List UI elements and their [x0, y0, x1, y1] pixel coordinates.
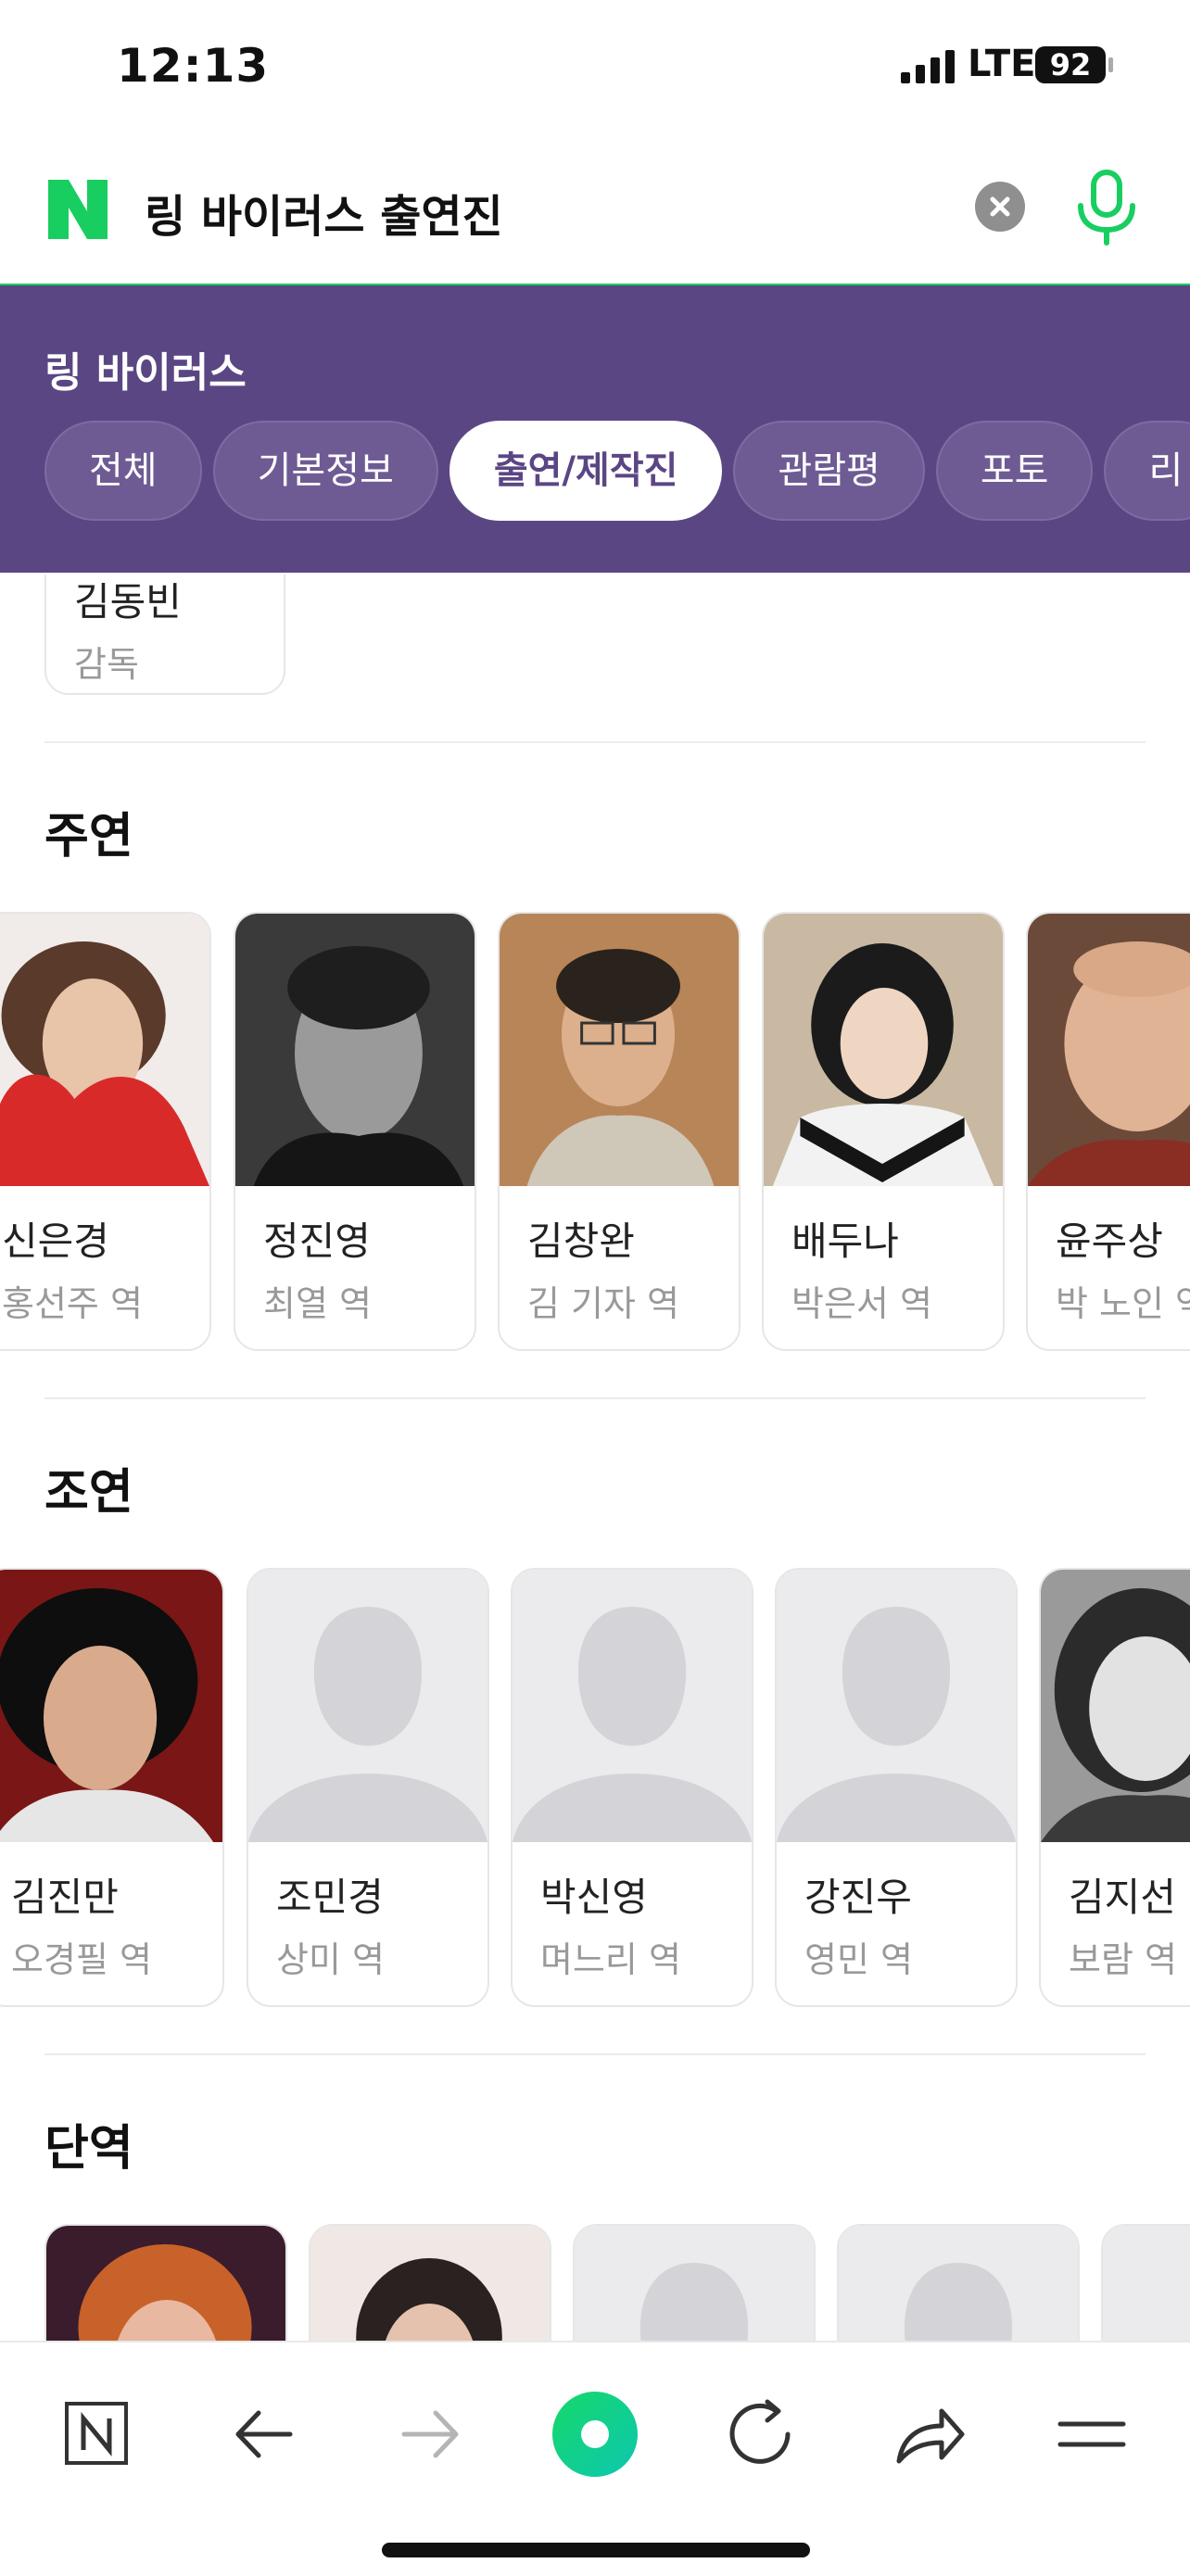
cast-card[interactable] [44, 2224, 287, 2341]
actor-name: 조민경 [276, 1875, 384, 1920]
movie-header: 링 바이러스 전체 기본정보 출연/제작진 관람평 포토 리 [0, 285, 1190, 573]
actor-role: 박은서 역 [791, 1283, 932, 1324]
placeholder-avatar-icon [1103, 2226, 1190, 2341]
close-icon [990, 196, 1010, 217]
naver-home-icon[interactable] [50, 2383, 143, 2485]
tab-bar: 전체 기본정보 출연/제작진 관람평 포토 리 [44, 421, 1190, 521]
actor-name: 박신영 [540, 1875, 648, 1920]
forward-arrow-icon[interactable] [384, 2383, 476, 2485]
tab-all[interactable]: 전체 [44, 421, 202, 521]
battery-nub [1108, 57, 1113, 72]
director-role: 감독 [74, 644, 139, 685]
actor-role: 홍선주 역 [2, 1283, 143, 1324]
status-time: 12:13 [117, 39, 270, 93]
actor-role: 최열 역 [263, 1283, 372, 1324]
placeholder-avatar-icon [248, 1570, 487, 1842]
tab-cast-crew[interactable]: 출연/제작진 [449, 421, 723, 521]
signal-icon [901, 50, 955, 83]
actor-name: 윤주상 [1056, 1219, 1163, 1264]
tab-reviews[interactable]: 관람평 [733, 421, 925, 521]
actor-photo [1028, 914, 1190, 1186]
microphone-icon[interactable] [1071, 169, 1142, 246]
green-dot-icon[interactable] [549, 2383, 641, 2485]
actor-role: 며느리 역 [540, 1939, 681, 1980]
search-bar: 링 바이러스 출연진 [0, 139, 1190, 286]
actor-name: 김창완 [527, 1219, 635, 1264]
actor-name: 강진우 [804, 1875, 912, 1920]
actor-name: 신은경 [2, 1219, 109, 1264]
bottom-navigation [0, 2341, 1190, 2576]
movie-title[interactable]: 링 바이러스 [44, 339, 247, 398]
actor-photo [0, 1570, 222, 1842]
placeholder-avatar-icon [513, 1570, 752, 1842]
placeholder-avatar-icon [777, 1570, 1016, 1842]
cast-card[interactable]: 배두나 박은서 역 [762, 912, 1005, 1351]
network-type: LTE [968, 43, 1036, 85]
cast-card[interactable] [1101, 2224, 1190, 2341]
menu-icon[interactable] [1045, 2383, 1138, 2485]
cast-card[interactable]: 강진우 영민 역 [775, 1568, 1018, 2007]
back-arrow-icon[interactable] [218, 2383, 310, 2485]
tab-photos[interactable]: 포토 [935, 421, 1094, 521]
refresh-icon[interactable] [714, 2383, 806, 2485]
share-icon[interactable] [880, 2383, 973, 2485]
actor-photo [500, 914, 739, 1186]
actor-role: 보람 역 [1069, 1939, 1177, 1980]
actor-role: 박 노인 역 [1056, 1283, 1190, 1324]
actor-photo [764, 914, 1003, 1186]
tab-more[interactable]: 리 [1104, 421, 1190, 521]
clear-button[interactable] [975, 182, 1025, 232]
cast-content: 김동빈 감독 주연 신은경 홍선주 역 정진영 최열 역 김창완 김 기자 역 … [0, 575, 1190, 2341]
cast-card[interactable]: 박신영 며느리 역 [511, 1568, 753, 2007]
divider [44, 1397, 1146, 1399]
divider [44, 2053, 1146, 2055]
battery-icon: 92 [1035, 46, 1106, 83]
status-bar: 12:13 LTE 92 [0, 0, 1190, 139]
cast-card[interactable]: 신은경 홍선주 역 [0, 912, 211, 1351]
actor-photo [235, 914, 475, 1186]
lead-section-title: 주연 [44, 809, 133, 865]
cast-card[interactable] [309, 2224, 551, 2341]
placeholder-avatar-icon [575, 2226, 814, 2341]
actor-name: 정진영 [263, 1219, 371, 1264]
director-name: 김동빈 [74, 579, 182, 625]
cast-card[interactable]: 정진영 최열 역 [234, 912, 476, 1351]
actor-photo [310, 2226, 550, 2341]
cast-card[interactable]: 조민경 상미 역 [247, 1568, 489, 2007]
actor-photo [1041, 1570, 1190, 1842]
actor-name: 배두나 [791, 1219, 899, 1264]
actor-photo [46, 2226, 285, 2341]
search-input[interactable]: 링 바이러스 출연진 [145, 180, 503, 245]
actor-photo [0, 914, 209, 1186]
actor-name: 김진만 [11, 1875, 119, 1920]
actor-role: 영민 역 [804, 1939, 913, 1980]
cameo-section-title: 단역 [44, 2121, 133, 2177]
divider [44, 741, 1146, 743]
cast-card[interactable]: 김진만 오경필 역 [0, 1568, 224, 2007]
home-indicator [382, 2543, 810, 2557]
cast-card[interactable] [837, 2224, 1080, 2341]
cast-card[interactable]: 김지선 보람 역 [1039, 1568, 1190, 2007]
naver-logo-icon[interactable] [44, 176, 111, 243]
placeholder-avatar-icon [839, 2226, 1078, 2341]
actor-role: 상미 역 [276, 1939, 385, 1980]
supporting-section-title: 조연 [44, 1465, 133, 1521]
director-card[interactable]: 김동빈 감독 [44, 575, 285, 695]
actor-name: 김지선 [1069, 1875, 1176, 1920]
cast-card[interactable]: 김창완 김 기자 역 [498, 912, 741, 1351]
tab-basic-info[interactable]: 기본정보 [212, 421, 438, 521]
actor-role: 김 기자 역 [527, 1283, 679, 1324]
cast-card[interactable] [573, 2224, 816, 2341]
actor-role: 오경필 역 [11, 1939, 152, 1980]
cast-card[interactable]: 윤주상 박 노인 역 [1026, 912, 1190, 1351]
